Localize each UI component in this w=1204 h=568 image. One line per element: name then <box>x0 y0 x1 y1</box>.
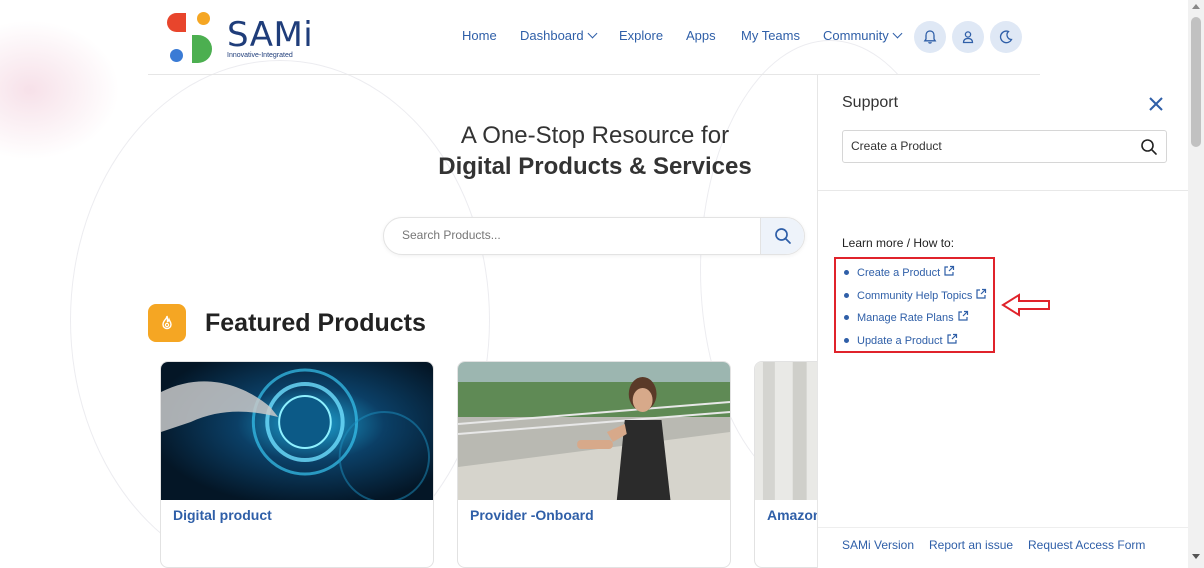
chevron-down-icon <box>587 28 598 39</box>
user-icon <box>962 31 974 44</box>
list-item: Update a Product <box>844 329 987 352</box>
profile-button[interactable] <box>952 21 984 53</box>
logo-orange-dot <box>197 12 210 25</box>
logo-green-shape <box>192 35 212 63</box>
hero-heading: A One-Stop Resource for Digital Products… <box>395 120 795 182</box>
close-icon[interactable] <box>1147 95 1165 113</box>
external-link-icon <box>947 333 957 344</box>
scroll-down-arrow-icon[interactable] <box>1192 554 1200 559</box>
card-image-runner <box>458 362 730 500</box>
theme-toggle-button[interactable] <box>990 21 1022 53</box>
moon-icon <box>999 30 1013 44</box>
annotation-arrow-icon <box>1001 293 1050 317</box>
nav-dashboard[interactable]: Dashboard <box>520 28 598 43</box>
product-card[interactable]: Digital product <box>160 361 434 568</box>
card-image-5g <box>161 362 433 500</box>
logo-red-shape <box>167 13 186 32</box>
product-search <box>383 217 805 255</box>
request-access-form-link[interactable]: Request Access Form <box>1028 538 1145 552</box>
external-link-icon <box>976 288 987 299</box>
list-item: Create a Product <box>844 261 987 284</box>
nav-home[interactable]: Home <box>462 28 497 43</box>
featured-icon <box>148 304 186 342</box>
logo-wordmark: SAMi <box>227 15 314 55</box>
top-header: SAMi Innovative-Integrated Home Dashboar… <box>0 0 1188 75</box>
hero-line-1: A One-Stop Resource for <box>460 122 730 149</box>
search-input[interactable] <box>402 228 742 242</box>
scroll-thumb[interactable] <box>1191 17 1201 147</box>
scroll-up-arrow-icon[interactable] <box>1192 4 1200 9</box>
logo-tagline: Innovative-Integrated <box>227 52 293 59</box>
support-search <box>842 130 1167 163</box>
notifications-button[interactable] <box>914 21 946 53</box>
help-link-community-help[interactable]: Community Help Topics <box>857 288 987 302</box>
chevron-down-icon <box>892 28 903 39</box>
featured-title: Featured Products <box>205 309 426 337</box>
card-title: Amazon <box>767 507 822 523</box>
card-title: Provider -Onboard <box>470 507 594 523</box>
product-card[interactable]: Provider -Onboard <box>457 361 731 568</box>
nav-community[interactable]: Community <box>823 28 903 43</box>
nav-apps[interactable]: Apps <box>686 28 716 43</box>
nav-explore[interactable]: Explore <box>619 28 663 43</box>
help-links-list: Create a Product Community Help Topics M… <box>844 261 987 351</box>
sami-logo[interactable]: SAMi Innovative-Integrated <box>167 11 317 65</box>
hero-line-2: Digital Products & Services <box>438 153 752 180</box>
support-title: Support <box>842 94 899 111</box>
list-item: Community Help Topics <box>844 284 987 307</box>
sami-version-link[interactable]: SAMi Version <box>842 538 914 552</box>
panel-footer-divider <box>818 527 1188 528</box>
external-link-icon <box>944 266 955 276</box>
search-button[interactable] <box>760 218 804 254</box>
search-icon[interactable] <box>1140 138 1158 156</box>
page-scrollbar[interactable] <box>1188 0 1204 568</box>
learn-more-heading: Learn more / How to: <box>842 236 955 250</box>
help-link-create-product[interactable]: Create a Product <box>857 265 955 279</box>
list-item: Manage Rate Plans <box>844 306 987 329</box>
fire-icon <box>162 315 172 330</box>
nav-my-teams[interactable]: My Teams <box>741 28 800 43</box>
help-link-manage-rate-plans[interactable]: Manage Rate Plans <box>857 310 969 324</box>
panel-divider <box>818 190 1188 191</box>
support-panel: Support Learn more / How to: Create a Pr… <box>817 75 1188 568</box>
search-icon <box>774 228 791 244</box>
help-link-update-product[interactable]: Update a Product <box>857 333 958 347</box>
external-link-icon <box>958 311 968 321</box>
logo-blue-dot <box>170 49 183 62</box>
card-title: Digital product <box>173 507 272 523</box>
report-issue-link[interactable]: Report an issue <box>929 538 1013 552</box>
bell-icon <box>923 30 937 44</box>
support-search-input[interactable] <box>851 139 1131 153</box>
